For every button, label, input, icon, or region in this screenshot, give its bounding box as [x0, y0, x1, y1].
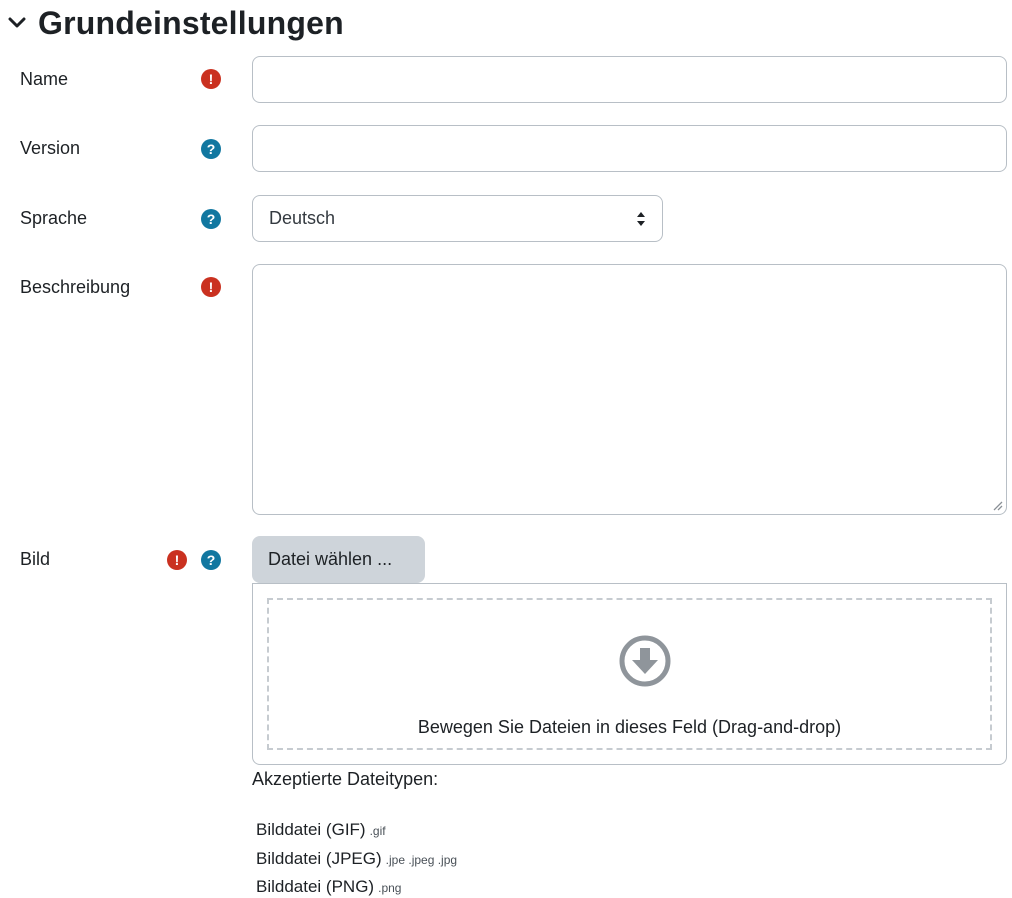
language-label: Sprache	[20, 208, 88, 228]
drop-instruction: Bewegen Sie Dateien in dieses Feld (Drag…	[417, 717, 842, 737]
file-drop-zone[interactable]: Bewegen Sie Dateien in dieses Feld (Drag…	[252, 583, 1007, 765]
description-label: Beschreibung	[20, 277, 131, 297]
required-icon[interactable]: !	[167, 550, 187, 570]
select-arrows-icon	[637, 212, 645, 226]
help-icon[interactable]: ?	[201, 139, 221, 159]
language-selected-value: Deutsch	[269, 208, 336, 228]
section-title: Grundeinstellungen	[38, 4, 344, 41]
image-label: Bild	[20, 549, 51, 569]
required-icon[interactable]: !	[201, 69, 221, 89]
accepted-type-ext: .png	[378, 881, 402, 895]
drop-area[interactable]: Bewegen Sie Dateien in dieses Feld (Drag…	[267, 598, 992, 750]
section-header[interactable]: Grundeinstellungen	[6, 2, 344, 44]
accepted-type-name: Bilddatei (JPEG)	[256, 849, 382, 868]
choose-file-button[interactable]: Datei wählen ...	[252, 536, 425, 583]
help-icon[interactable]: ?	[201, 209, 221, 229]
help-icon[interactable]: ?	[201, 550, 221, 570]
language-select[interactable]: Deutsch	[252, 195, 663, 242]
accepted-type-item: Bilddatei (GIF) .gif	[256, 820, 386, 840]
accepted-type-ext: .gif	[369, 824, 386, 838]
name-input[interactable]	[252, 56, 1007, 103]
accepted-type-name: Bilddatei (PNG)	[256, 877, 375, 896]
accepted-types-heading: Akzeptierte Dateitypen:	[252, 769, 439, 789]
version-label: Version	[20, 138, 81, 158]
accepted-type-name: Bilddatei (GIF)	[256, 820, 366, 839]
description-textarea[interactable]	[252, 264, 1007, 515]
download-arrow-icon	[619, 635, 671, 687]
accepted-type-item: Bilddatei (JPEG) .jpe .jpeg .jpg	[256, 849, 457, 869]
resize-grip-icon[interactable]	[991, 499, 1003, 511]
accepted-type-item: Bilddatei (PNG) .png	[256, 877, 401, 897]
accepted-type-ext: .jpe .jpeg .jpg	[385, 853, 458, 867]
chevron-down-icon[interactable]	[6, 12, 28, 34]
name-label: Name	[20, 69, 69, 89]
required-icon[interactable]: !	[201, 277, 221, 297]
version-input[interactable]	[252, 125, 1007, 172]
